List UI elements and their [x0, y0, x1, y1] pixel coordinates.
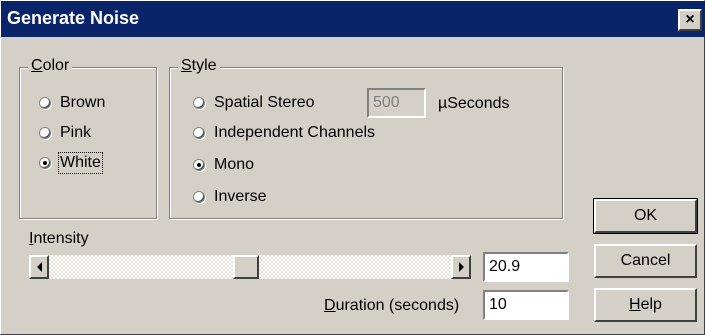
color-white-label: White — [58, 152, 103, 174]
style-independent-channels-radio[interactable]: Independent Channels — [193, 124, 375, 142]
intensity-label: Intensity — [29, 230, 89, 247]
duration-input[interactable]: 10 — [483, 290, 569, 320]
generate-noise-dialog: Generate Noise × Color Brown Pink White … — [0, 0, 705, 335]
radio-circle[interactable] — [39, 127, 51, 139]
color-group: Color Brown Pink White — [19, 57, 157, 219]
style-spatial-stereo-radio[interactable]: Spatial Stereo — [193, 94, 315, 112]
radio-circle[interactable] — [193, 127, 205, 139]
intensity-scroll-right-button[interactable] — [451, 255, 471, 279]
radio-circle-selected[interactable] — [39, 157, 51, 169]
spatial-delay-input[interactable]: 500 — [367, 88, 426, 118]
style-inverse-label: Inverse — [214, 188, 267, 205]
radio-circle[interactable] — [193, 97, 205, 109]
radio-circle-selected[interactable] — [193, 159, 205, 171]
color-white-radio[interactable]: White — [39, 152, 103, 174]
style-mono-label: Mono — [214, 156, 255, 173]
intensity-scroll-left-button[interactable] — [29, 255, 49, 279]
duration-label: Duration (seconds) — [324, 297, 460, 314]
title-bar[interactable]: Generate Noise × — [1, 1, 705, 37]
ok-button-label: OK — [633, 207, 658, 224]
style-group-label: Style — [178, 57, 220, 75]
color-brown-radio[interactable]: Brown — [39, 94, 105, 112]
scroll-left-arrow-icon — [37, 262, 42, 272]
help-button-label: Help — [629, 296, 662, 313]
ok-button[interactable]: OK — [593, 198, 698, 234]
close-icon: × — [685, 11, 695, 28]
intensity-value-input[interactable]: 20.9 — [483, 252, 569, 282]
scroll-right-arrow-icon — [459, 262, 464, 272]
style-independent-channels-label: Independent Channels — [214, 124, 376, 141]
help-button[interactable]: Help — [594, 288, 697, 322]
cancel-button[interactable]: Cancel — [594, 244, 697, 278]
style-inverse-radio[interactable]: Inverse — [193, 188, 266, 206]
color-brown-label: Brown — [60, 94, 106, 111]
style-mono-radio[interactable]: Mono — [193, 156, 254, 174]
window-title: Generate Noise — [7, 8, 140, 28]
close-button[interactable]: × — [678, 9, 702, 31]
style-spatial-stereo-label: Spatial Stereo — [214, 94, 315, 111]
intensity-slider-thumb[interactable] — [233, 255, 260, 279]
color-group-label: Color — [28, 57, 73, 75]
style-group: Style Spatial Stereo Independent Channel… — [169, 57, 563, 219]
radio-circle[interactable] — [193, 191, 205, 203]
color-pink-label: Pink — [60, 124, 92, 141]
radio-circle[interactable] — [39, 97, 51, 109]
delay-unit-label: µSeconds — [438, 95, 510, 112]
cancel-button-label: Cancel — [620, 252, 671, 269]
color-pink-radio[interactable]: Pink — [39, 124, 91, 142]
